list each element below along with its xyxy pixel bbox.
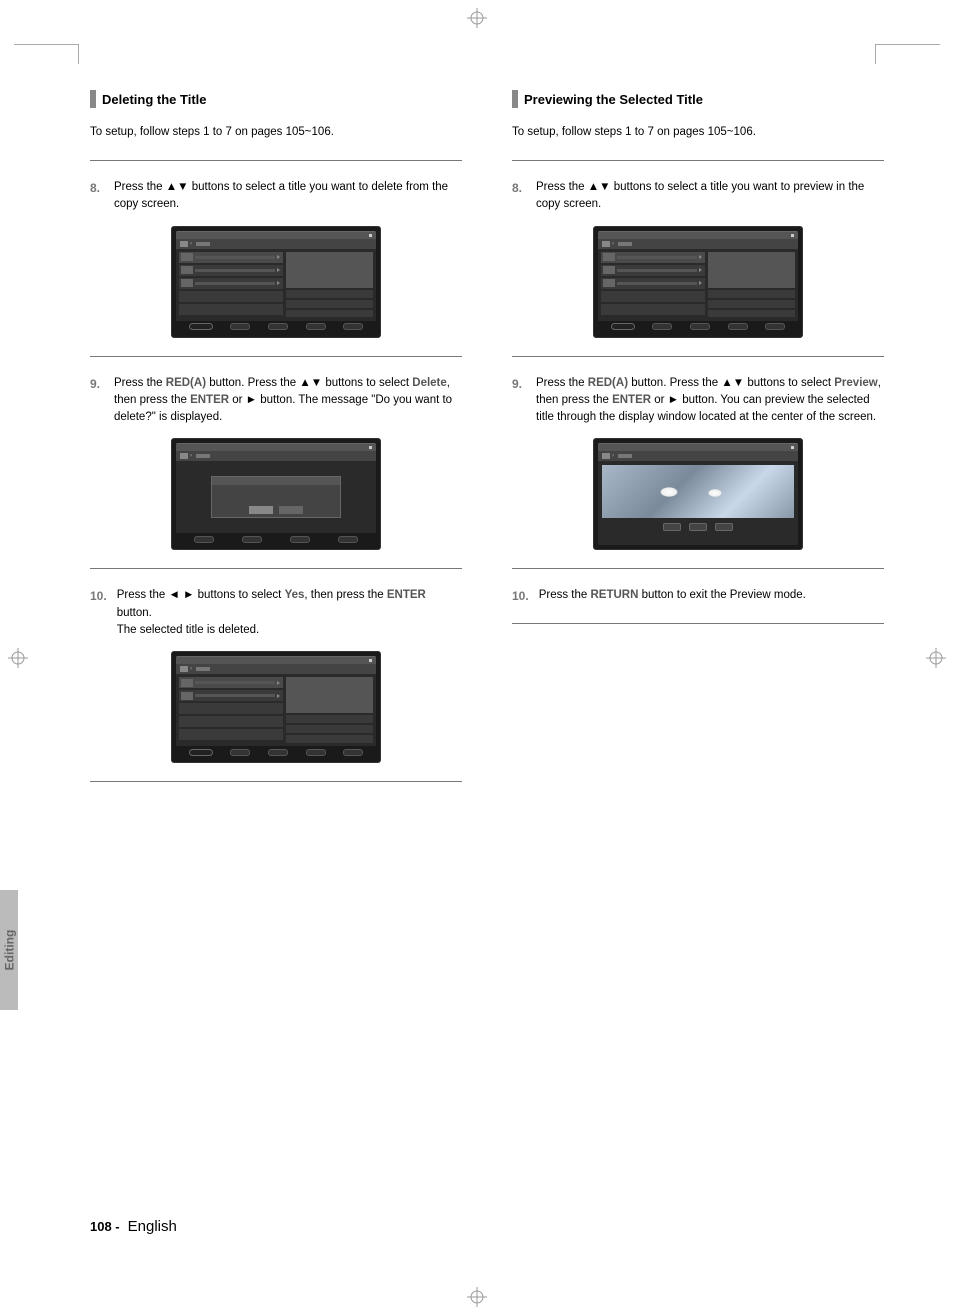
divider: [90, 568, 462, 569]
step-number: 10.: [90, 587, 107, 639]
screenshot-delete-popup: ›: [171, 438, 381, 550]
right-setup-text: To setup, follow steps 1 to 7 on pages 1…: [512, 126, 884, 138]
corner-crop-tick-rv: [875, 44, 876, 64]
crop-mark-right-icon: [926, 648, 946, 668]
left-column: Deleting the Title To setup, follow step…: [90, 90, 462, 800]
divider: [512, 160, 884, 161]
corner-crop-tick: [14, 44, 78, 45]
screenshot-copy-list-right: ›: [593, 226, 803, 338]
divider: [512, 623, 884, 624]
title-bar-icon: [512, 90, 518, 108]
divider: [90, 356, 462, 357]
page-footer: 108 - English: [90, 1218, 884, 1235]
title-bar-icon: [90, 90, 96, 108]
side-tab-editing: Editing: [0, 890, 18, 1010]
left-section-title: Deleting the Title: [90, 90, 462, 108]
step-text: Press the ▲▼ buttons to select a title y…: [114, 179, 462, 214]
screenshot-list-after-delete: ›: [171, 651, 381, 763]
crop-mark-bottom-icon: [467, 1287, 487, 1307]
step-text: Press the RED(A) button. Press the ▲▼ bu…: [114, 375, 462, 427]
right-step-9: 9. Press the RED(A) button. Press the ▲▼…: [512, 375, 884, 427]
divider: [512, 568, 884, 569]
page-language: English: [128, 1218, 177, 1235]
step-number: 9.: [90, 375, 104, 427]
screenshot-copy-list: ›: [171, 226, 381, 338]
step-number: 8.: [512, 179, 526, 214]
right-title-text: Previewing the Selected Title: [524, 92, 703, 107]
corner-crop-tick-v: [78, 44, 79, 64]
divider: [90, 781, 462, 782]
right-column: Previewing the Selected Title To setup, …: [512, 90, 884, 800]
side-tab-label: Editing: [2, 930, 16, 971]
page-number: 108 -: [90, 1219, 120, 1234]
divider: [90, 160, 462, 161]
step-text: Press the RED(A) button. Press the ▲▼ bu…: [536, 375, 884, 427]
right-step-8: 8. Press the ▲▼ buttons to select a titl…: [512, 179, 884, 214]
left-step-10: 10. Press the ◄ ► buttons to select Yes,…: [90, 587, 462, 639]
crop-mark-top-icon: [467, 8, 487, 28]
crop-mark-left-icon: [8, 648, 28, 668]
left-step-9: 9. Press the RED(A) button. Press the ▲▼…: [90, 375, 462, 427]
left-setup-text: To setup, follow steps 1 to 7 on pages 1…: [90, 126, 462, 138]
step-number: 10.: [512, 587, 529, 605]
right-section-title: Previewing the Selected Title: [512, 90, 884, 108]
step-number: 9.: [512, 375, 526, 427]
screenshot-preview-window: ›: [593, 438, 803, 550]
step-text: Press the ▲▼ buttons to select a title y…: [536, 179, 884, 214]
right-step-10: 10. Press the RETURN button to exit the …: [512, 587, 884, 605]
step-number: 8.: [90, 179, 104, 214]
left-step-8: 8. Press the ▲▼ buttons to select a titl…: [90, 179, 462, 214]
corner-crop-tick-r: [876, 44, 940, 45]
step-text: Press the ◄ ► buttons to select Yes, the…: [117, 587, 462, 639]
divider: [512, 356, 884, 357]
left-title-text: Deleting the Title: [102, 92, 207, 107]
step-text: Press the RETURN button to exit the Prev…: [539, 587, 884, 605]
